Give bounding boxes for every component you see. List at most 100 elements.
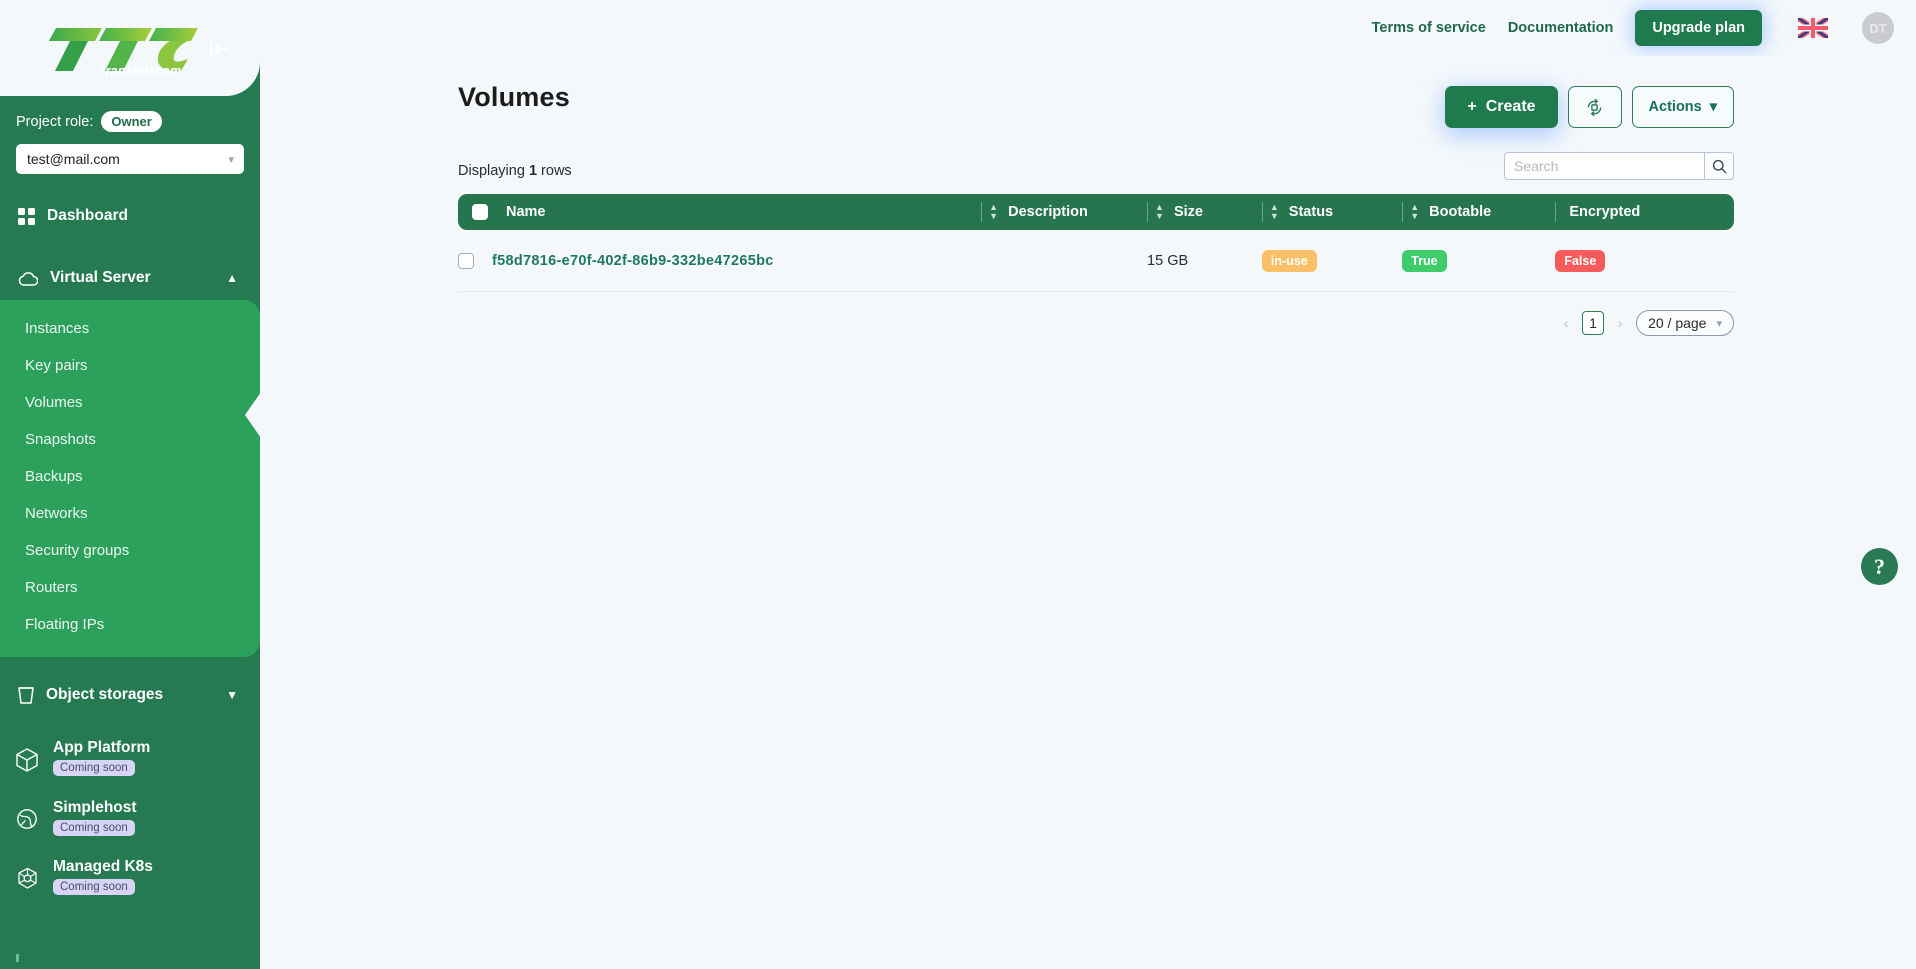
cloud-icon — [18, 271, 38, 286]
sidebar-item-simplehost[interactable]: Simplehost Coming soon — [0, 799, 260, 836]
displaying-count: 1 — [528, 163, 538, 179]
plus-icon: + — [1467, 98, 1477, 115]
upgrade-plan-button[interactable]: Upgrade plan — [1635, 10, 1762, 46]
column-header-name[interactable]: Name — [458, 194, 981, 230]
actions-button-label: Actions — [1648, 99, 1702, 115]
volume-name-link[interactable]: f58d7816-e70f-402f-86b9-332be47265bc — [492, 253, 774, 269]
prev-page-button[interactable]: ‹ — [1558, 315, 1574, 331]
sidebar-scroll-stub — [16, 954, 19, 962]
sidebar-item-label: Floating IPs — [25, 616, 105, 633]
bootable-badge: True — [1402, 249, 1447, 272]
cell-encrypted: False — [1555, 230, 1734, 292]
column-header-bootable[interactable]: ▲ ▼ Bootable — [1402, 194, 1555, 230]
bucket-icon — [18, 687, 34, 704]
documentation-link[interactable]: Documentation — [1508, 20, 1614, 36]
sidebar-item-security-groups[interactable]: Security groups — [0, 532, 260, 569]
sidebar-item-label: Routers — [25, 579, 78, 596]
uk-flag-icon[interactable] — [1798, 18, 1828, 38]
sidebar-item-label: Virtual Server — [50, 269, 151, 286]
sidebar: Transtelecom Project role: Owner test@ma… — [0, 0, 260, 969]
sidebar-item-label: Simplehost — [53, 799, 137, 816]
chevron-down-icon: ▾ — [1709, 99, 1717, 115]
row-count-label: Displaying 1 rows — [458, 163, 572, 179]
project-role: Project role: Owner — [16, 111, 260, 132]
coming-soon-badge: Coming soon — [53, 820, 135, 836]
status-badge: in-use — [1261, 249, 1317, 272]
page-number-1[interactable]: 1 — [1582, 311, 1605, 335]
cell-description — [981, 230, 1148, 292]
project-select-value: test@mail.com — [27, 151, 120, 167]
column-header-description[interactable]: ▲ ▼ Description — [981, 194, 1147, 230]
refresh-icon — [1587, 98, 1602, 116]
sidebar-item-key-pairs[interactable]: Key pairs — [0, 347, 260, 384]
per-page-select[interactable]: 20 / page ▾ — [1636, 310, 1734, 336]
column-label: Name — [506, 204, 546, 220]
sidebar-item-label: App Platform — [53, 739, 151, 756]
actions-button[interactable]: Actions ▾ — [1631, 86, 1734, 128]
chevron-up-icon: ▲ — [226, 271, 238, 285]
terms-of-service-link[interactable]: Terms of service — [1372, 20, 1486, 36]
coming-soon-badge: Coming soon — [53, 879, 135, 895]
column-label: Size — [1173, 204, 1203, 220]
sort-control[interactable]: ▲ ▼ — [1155, 203, 1164, 221]
column-header-encrypted[interactable]: Encrypted — [1555, 194, 1734, 230]
sidebar-item-label: Key pairs — [25, 357, 88, 374]
main-content: Volumes + Create Actions ▾ Displaying 1 … — [260, 56, 1916, 969]
coming-soon-badge: Coming soon — [53, 760, 135, 776]
column-divider — [1147, 202, 1149, 222]
column-label: Status — [1288, 204, 1334, 220]
active-item-indicator — [245, 393, 260, 437]
sidebar-item-label: Backups — [25, 468, 83, 485]
collapse-sidebar-button[interactable] — [196, 26, 242, 72]
kubernetes-icon — [16, 867, 40, 895]
sidebar-item-routers[interactable]: Routers — [0, 569, 260, 606]
user-avatar[interactable]: DT — [1862, 12, 1894, 44]
page-header: Volumes + Create Actions ▾ — [260, 56, 1916, 148]
sidebar-item-app-platform[interactable]: App Platform Coming soon — [0, 739, 260, 777]
sidebar-item-label: Dashboard — [47, 207, 128, 224]
column-label: Bootable — [1429, 204, 1492, 220]
row-checkbox[interactable] — [458, 252, 474, 269]
cell-size: 15 GB — [1147, 230, 1262, 292]
volumes-table: Name ▲ ▼ Description ▲ ▼ Size ▲ ▼ Status… — [458, 194, 1734, 292]
sidebar-item-object-storages[interactable]: Object storages ▼ — [0, 673, 260, 717]
cell-name: f58d7816-e70f-402f-86b9-332be47265bc — [458, 230, 982, 292]
sidebar-item-snapshots[interactable]: Snapshots — [0, 421, 260, 458]
project-select[interactable]: test@mail.com ▾ — [16, 144, 244, 174]
column-label: Encrypted — [1569, 204, 1641, 220]
sort-control[interactable]: ▲ ▼ — [1270, 203, 1279, 221]
search-input[interactable] — [1504, 152, 1704, 180]
sidebar-item-label: Security groups — [25, 542, 130, 559]
sidebar-item-instances[interactable]: Instances — [0, 310, 260, 347]
sidebar-item-dashboard[interactable]: Dashboard — [0, 194, 260, 238]
sidebar-item-managed-k8s[interactable]: Managed K8s Coming soon — [0, 858, 260, 895]
app-logo[interactable]: Transtelecom — [48, 16, 198, 78]
search-icon — [1712, 159, 1727, 174]
sort-control[interactable]: ▲ ▼ — [1410, 203, 1419, 221]
project-role-badge: Owner — [101, 111, 162, 132]
sidebar-item-label: Object storages — [46, 686, 164, 703]
table-container: Name ▲ ▼ Description ▲ ▼ Size ▲ ▼ Status… — [260, 194, 1916, 292]
sidebar-item-volumes[interactable]: Volumes — [0, 384, 260, 421]
sidebar-item-networks[interactable]: Networks — [0, 495, 260, 532]
page-actions: + Create Actions ▾ — [1445, 86, 1734, 128]
refresh-button[interactable] — [1567, 86, 1622, 128]
displaying-suffix: rows — [541, 163, 572, 179]
column-divider — [1261, 202, 1263, 222]
search-button[interactable] — [1704, 152, 1734, 180]
pagination: ‹ 1 › 20 / page ▾ — [260, 292, 1916, 336]
column-divider — [981, 202, 983, 222]
column-header-size[interactable]: ▲ ▼ Size — [1147, 194, 1262, 230]
next-page-button[interactable]: › — [1612, 315, 1628, 331]
select-all-checkbox[interactable] — [472, 204, 488, 220]
sort-control[interactable]: ▲ ▼ — [989, 203, 998, 221]
table-row: f58d7816-e70f-402f-86b9-332be47265bc 15 … — [458, 230, 1734, 292]
sidebar-item-virtual-server[interactable]: Virtual Server ▲ — [0, 256, 260, 300]
per-page-value: 20 / page — [1648, 315, 1707, 331]
column-header-status[interactable]: ▲ ▼ Status — [1261, 194, 1402, 230]
sidebar-item-backups[interactable]: Backups — [0, 458, 260, 495]
sidebar-item-floating-ips[interactable]: Floating IPs — [0, 606, 260, 643]
top-bar: Terms of service Documentation Upgrade p… — [260, 0, 1916, 56]
create-button[interactable]: + Create — [1445, 86, 1558, 128]
help-button[interactable]: ? — [1861, 548, 1898, 585]
